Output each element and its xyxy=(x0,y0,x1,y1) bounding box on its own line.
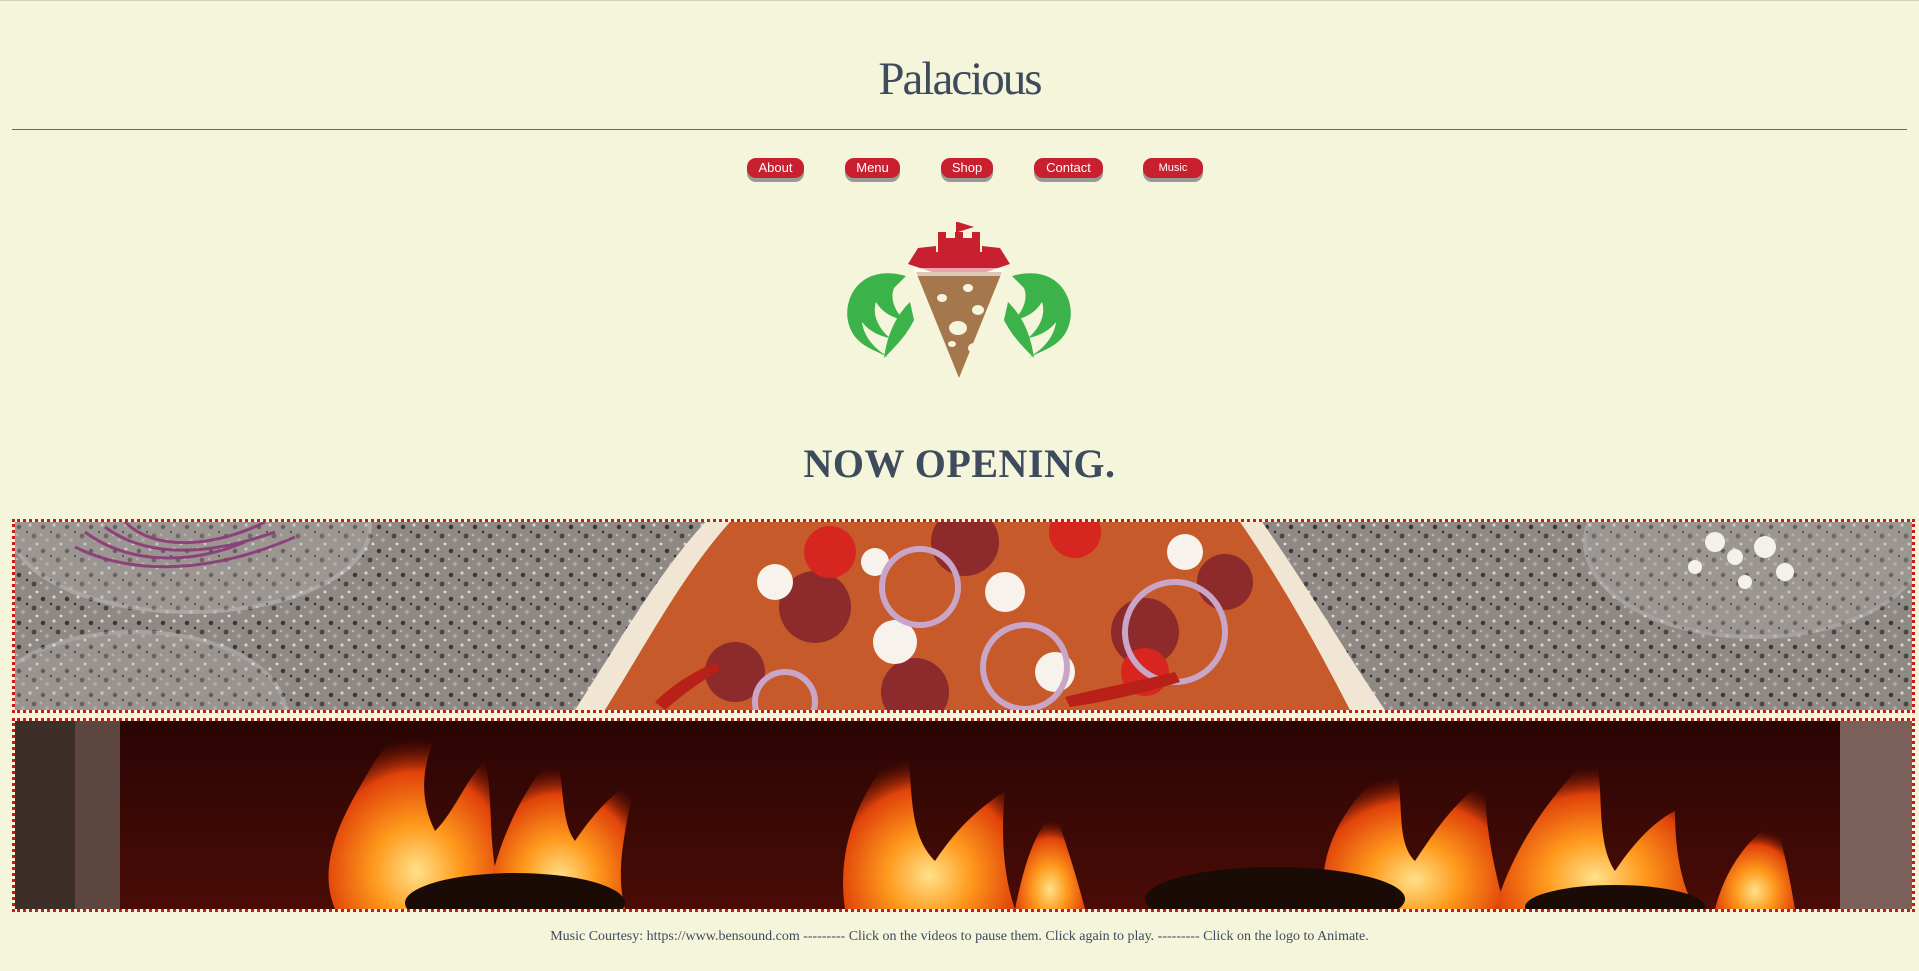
castle-crown-icon xyxy=(908,222,1010,272)
right-leaf-icon xyxy=(1004,273,1071,358)
site-title: Palacious xyxy=(878,53,1042,105)
header-divider xyxy=(12,129,1907,130)
nav-shop-button[interactable]: Shop xyxy=(941,158,993,178)
nav-contact-button[interactable]: Contact xyxy=(1034,158,1103,178)
pizza-preparation-video[interactable] xyxy=(12,519,1915,713)
nav-about-button[interactable]: About xyxy=(747,158,804,178)
footer-note: Music Courtesy: https://www.bensound.com… xyxy=(550,929,1369,944)
main-nav: About Menu Shop Contact Music xyxy=(0,158,1919,182)
nav-music-button[interactable]: Music xyxy=(1143,158,1203,178)
wood-fire-video[interactable] xyxy=(12,718,1915,912)
now-opening-headline: NOW OPENING. xyxy=(803,441,1116,486)
top-border xyxy=(0,0,1919,1)
left-leaf-icon xyxy=(847,273,914,358)
nav-menu-button[interactable]: Menu xyxy=(845,158,900,178)
castle-pizza-logo-icon[interactable] xyxy=(818,218,1100,388)
